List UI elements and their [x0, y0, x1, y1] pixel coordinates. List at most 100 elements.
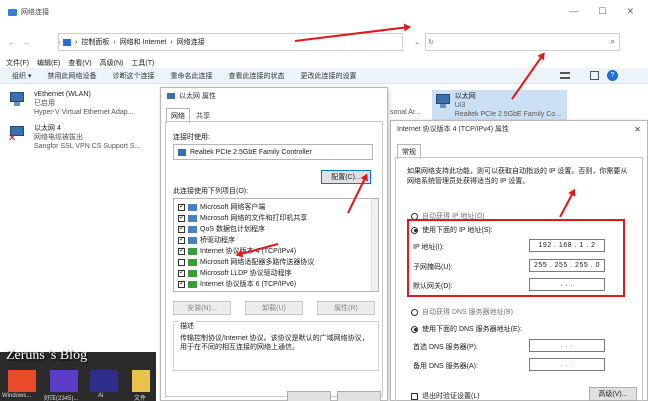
- auto-dns-option[interactable]: 自动获得 DNS 服务器地址(B): [411, 307, 513, 317]
- list-item[interactable]: Internet 协议版本 6 (TCP/IPv6): [178, 279, 296, 289]
- menu-view[interactable]: 查看(V): [68, 58, 91, 68]
- taskbar-app-4[interactable]: [132, 370, 150, 392]
- search-input[interactable]: ⌕: [425, 33, 620, 51]
- manual-ip-option[interactable]: 使用下面的 IP 地址(S):: [411, 225, 493, 235]
- item-label: Microsoft LLDP 协议驱动程序: [200, 270, 292, 277]
- dialog-title: Internet 协议版本 4 (TCP/IPv4) 属性: [397, 126, 510, 133]
- ipv4-properties-dialog: Internet 协议版本 4 (TCP/IPv4) 属性 ✕ 常规 如果网络支…: [390, 120, 648, 401]
- list-scrollbar[interactable]: [371, 199, 378, 291]
- menu-file[interactable]: 文件(F): [6, 58, 29, 68]
- item-checkbox[interactable]: [178, 235, 185, 244]
- network-adapter-icon: [167, 93, 175, 99]
- close-icon[interactable]: ✕: [634, 125, 641, 134]
- network-adapter-icon: [178, 148, 186, 156]
- list-item[interactable]: 桥驱动程序: [178, 235, 235, 245]
- manual-dns-label: 使用下面的 DNS 服务器地址(E):: [422, 326, 522, 333]
- ok-button[interactable]: [287, 391, 331, 401]
- adapter-name: vEthernet (WLAN): [34, 91, 91, 98]
- forward-icon[interactable]: →: [23, 40, 30, 47]
- list-item[interactable]: Microsoft 网络客户端: [178, 202, 265, 212]
- network-adapter-disconnected-icon: ✕: [8, 124, 30, 144]
- cancel-button[interactable]: [337, 391, 381, 401]
- bridge-icon: [188, 236, 197, 244]
- auto-dns-radio[interactable]: [411, 308, 418, 316]
- validate-checkbox[interactable]: [411, 392, 418, 400]
- close-button[interactable]: ✕: [626, 6, 634, 17]
- cmd-rename[interactable]: 重命名此连接: [170, 71, 212, 81]
- taskbar-app-1[interactable]: [8, 370, 36, 392]
- network-client-icon: [188, 203, 197, 211]
- menu-edit[interactable]: 编辑(E): [37, 58, 60, 68]
- back-icon[interactable]: ←: [8, 40, 15, 47]
- item-checkbox[interactable]: [178, 202, 185, 211]
- gateway-field[interactable]: . . .: [529, 278, 605, 291]
- list-item[interactable]: Microsoft 网络的文件和打印机共享: [178, 213, 307, 223]
- window-title: 网络连接: [21, 9, 49, 16]
- command-bar: 组织 ▾ 禁用此网络设备 诊断这个连接 重命名此连接 查看此连接的状态 更改此连…: [0, 68, 648, 84]
- protocol-icon: [188, 258, 197, 266]
- file-share-icon: [188, 214, 197, 222]
- adapter-ethernet-4[interactable]: ✕ 以太网 4 网络电缆被拔出 Sangfor SSL VPN CS Suppo…: [8, 124, 140, 151]
- uninstall-button[interactable]: 卸载(U): [245, 301, 303, 315]
- cmd-disable-device[interactable]: 禁用此网络设备: [47, 71, 96, 81]
- taskbar-app-2[interactable]: [50, 370, 78, 392]
- preferred-dns-field[interactable]: . . .: [529, 339, 605, 352]
- item-checkbox[interactable]: [178, 268, 185, 277]
- preferred-dns-label: 首选 DNS 服务器(P):: [413, 344, 478, 351]
- alternate-dns-field[interactable]: . . .: [529, 358, 605, 371]
- ip-address-field[interactable]: 192 . 168 . 1 . 2: [529, 239, 605, 252]
- adapter-name-value: Realtek PCIe 2.5GbE Family Controller: [190, 148, 312, 156]
- validate-label: 退出时验证设置(L): [422, 393, 480, 400]
- window-title-bar: 网络连接: [0, 0, 648, 24]
- address-dropdown-icon[interactable]: ⌄: [414, 38, 420, 46]
- cmd-view-status[interactable]: 查看此连接的状态: [228, 71, 284, 81]
- item-checkbox[interactable]: [178, 279, 185, 288]
- subnet-mask-field[interactable]: 255 . 255 . 255 . 0: [529, 259, 605, 272]
- control-panel-icon: [63, 38, 71, 46]
- dialog-title: 以太网 属性: [179, 93, 216, 100]
- list-item[interactable]: Microsoft 网络适配器多路传送器协议: [178, 257, 314, 267]
- address-bar[interactable]: › 控制面板 › 网络和 Internet › 网络连接 ⌄ ↻: [58, 33, 434, 51]
- breadcrumb-control-panel[interactable]: 控制面板: [81, 37, 109, 47]
- description-label: 描述: [178, 321, 196, 331]
- network-adapter-icon: [8, 90, 30, 108]
- validate-option[interactable]: 退出时验证设置(L): [411, 391, 480, 401]
- list-item[interactable]: Microsoft LLDP 协议驱动程序: [178, 268, 292, 278]
- item-checkbox[interactable]: [178, 213, 185, 222]
- maximize-button[interactable]: ☐: [598, 6, 606, 17]
- menu-advanced[interactable]: 高级(N): [100, 58, 124, 68]
- breadcrumb-network-connections[interactable]: 网络连接: [177, 37, 205, 47]
- manual-ip-radio[interactable]: [411, 226, 418, 234]
- install-button[interactable]: 安装(N)...: [173, 301, 231, 315]
- items-label: 此连接使用下列项目(O):: [173, 188, 249, 195]
- manual-dns-option[interactable]: 使用下面的 DNS 服务器地址(E):: [411, 324, 522, 334]
- taskbar-app-3[interactable]: [90, 370, 118, 392]
- item-checkbox[interactable]: [178, 224, 185, 233]
- dialog-title-bar: 以太网 属性: [161, 88, 387, 104]
- adapter-vethernet[interactable]: vEthernet (WLAN) 已启用 Hyper-V Virtual Eth…: [8, 90, 133, 117]
- menu-tools[interactable]: 工具(T): [131, 58, 154, 68]
- properties-button[interactable]: 属性(R): [317, 301, 375, 315]
- advanced-button[interactable]: 高级(V)...: [589, 387, 637, 401]
- cmd-diagnose[interactable]: 诊断这个连接: [112, 71, 154, 81]
- minimize-button[interactable]: —: [569, 6, 578, 17]
- manual-ip-label: 使用下面的 IP 地址(S):: [422, 227, 493, 234]
- breadcrumb-sep: ›: [113, 38, 116, 46]
- subnet-mask-label: 子网掩码(U):: [413, 264, 453, 271]
- cmd-change-settings[interactable]: 更改此连接的设置: [300, 71, 356, 81]
- view-options-icon[interactable]: [560, 72, 570, 79]
- manual-dns-radio[interactable]: [411, 325, 418, 333]
- preview-pane-icon[interactable]: [590, 71, 599, 80]
- taskbar-label: Windows...: [2, 393, 32, 399]
- item-label: Microsoft 网络客户端: [200, 204, 266, 211]
- breadcrumb-network-internet[interactable]: 网络和 Internet: [120, 37, 167, 47]
- list-item[interactable]: QoS 数据包计划程序: [178, 224, 265, 234]
- item-checkbox[interactable]: [178, 246, 185, 255]
- adapter-device: Realtek PCIe 2.5GbE Family Co...: [454, 111, 561, 118]
- item-checkbox[interactable]: [178, 258, 185, 266]
- adapter-ethernet[interactable]: 以太网 Ui3 Realtek PCIe 2.5GbE Family Co...: [432, 90, 567, 120]
- help-icon[interactable]: ?: [607, 70, 618, 81]
- qos-icon: [188, 225, 197, 233]
- cmd-organize[interactable]: 组织 ▾: [12, 71, 31, 81]
- description-text: 传输控制协议/Internet 协议。该协议是默认的广域网络协议，用于在不同的相…: [180, 335, 369, 351]
